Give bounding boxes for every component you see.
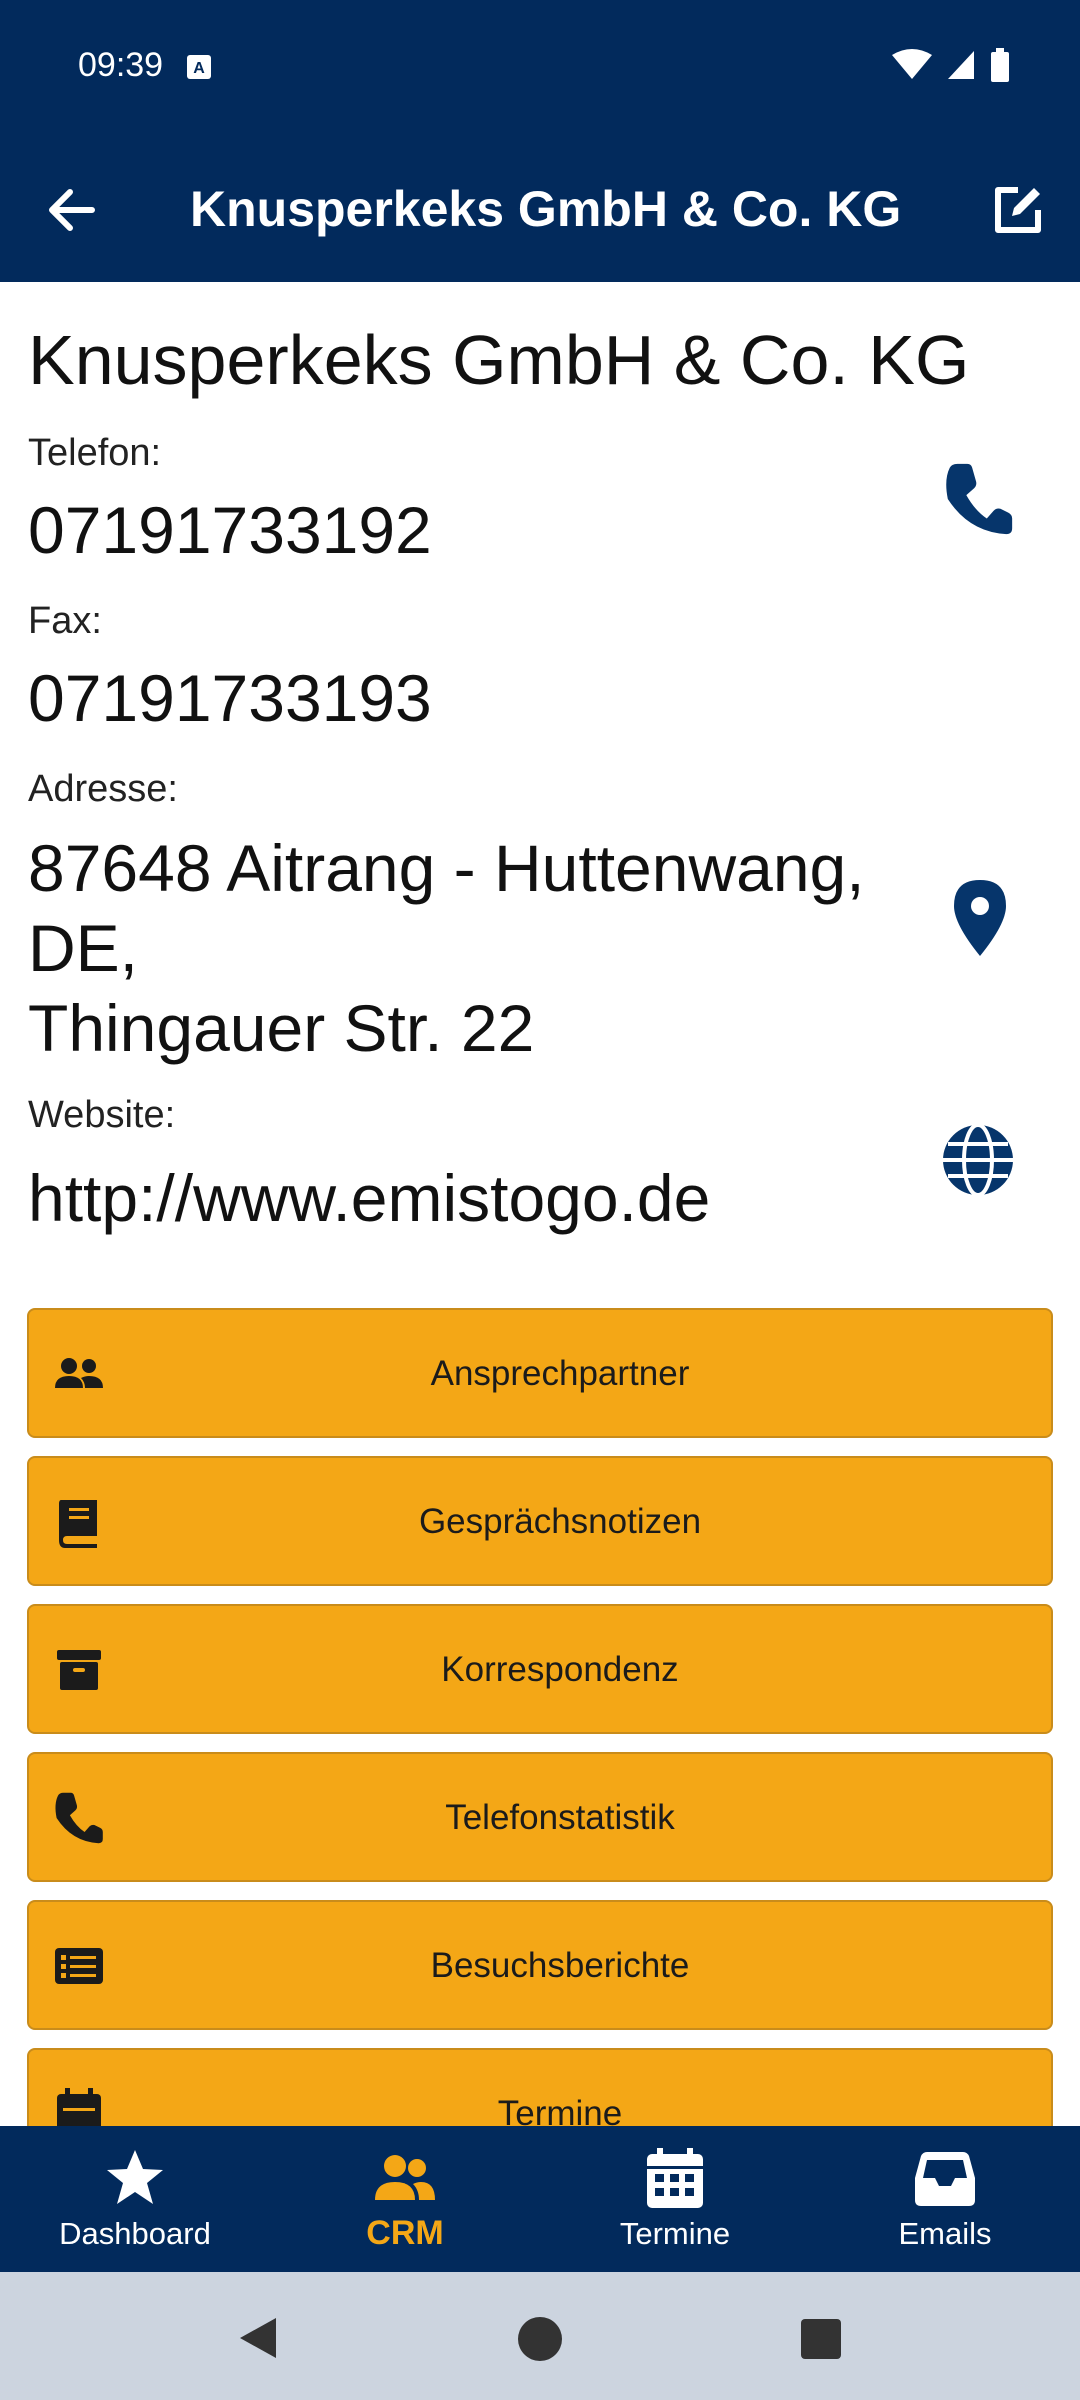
calendar-icon [647,2148,703,2208]
nav-emails[interactable]: Emails [810,2126,1080,2272]
nav-label: Dashboard [59,2216,211,2251]
nav-dashboard[interactable]: Dashboard [0,2126,270,2272]
phone-label: Telefon: [28,432,162,474]
nav-crm[interactable]: CRM [270,2126,540,2272]
svg-text:A: A [193,60,205,77]
status-bar: 09:39 A [0,0,1080,140]
bottom-navigation: Dashboard CRM Termine Emails [0,2126,1080,2272]
address-line3: Thingauer Str. 22 [28,991,535,1065]
fax-value: 07191733193 [28,661,432,735]
button-label: Telefonstatistik [445,1798,675,1837]
system-recents-button[interactable] [800,2318,842,2360]
button-label: Gesprächsnotizen [418,1502,702,1541]
signal-icon [948,51,974,79]
call-button[interactable] [940,460,1018,538]
system-home-button[interactable] [517,2316,563,2362]
fax-label: Fax: [28,600,102,642]
company-detail: Knusperkeks GmbH & Co. KG Telefon: 07191… [0,282,1080,2126]
back-button[interactable] [40,178,104,242]
button-label: Korrespondenz [441,1650,679,1689]
address-line1: 87648 Aitrang - Huttenwang, [28,831,865,905]
website-label: Website: [28,1094,176,1136]
page-title: Knusperkeks GmbH & Co. KG [190,181,902,237]
status-icons [892,48,1010,82]
website-value[interactable]: http://www.emistogo.de [28,1158,710,1238]
map-pin-button[interactable] [950,878,1010,958]
app-bar: Knusperkeks GmbH & Co. KG [0,140,1080,282]
correspondence-button[interactable]: Korrespondenz [27,1604,1053,1734]
nav-label: Emails [898,2216,992,2251]
status-time: 09:39 [78,46,164,84]
nav-appointments[interactable]: Termine [540,2126,810,2272]
nav-label: CRM [366,2214,444,2252]
nav-label: Termine [619,2216,731,2251]
button-label: Besuchsberichte [430,1946,690,1985]
contacts-button[interactable]: Ansprechpartner [27,1308,1053,1438]
keyboard-indicator-icon: A [187,55,211,79]
address-label: Adresse: [28,768,178,810]
company-name: Knusperkeks GmbH & Co. KG [28,321,970,399]
call-notes-button[interactable]: Gesprächsnotizen [27,1456,1053,1586]
appointments-button[interactable]: Termine [27,2048,1053,2126]
wifi-icon [892,49,932,79]
address-line2: DE, [28,911,139,985]
inbox-icon [915,2152,975,2206]
button-label: Termine [497,2094,623,2126]
system-back-button[interactable] [236,2316,280,2360]
phone-stats-button[interactable]: Telefonstatistik [27,1752,1053,1882]
battery-icon [991,48,1009,82]
phone-value: 07191733192 [28,493,432,567]
visit-reports-button[interactable]: Besuchsberichte [27,1900,1053,2030]
button-label: Ansprechpartner [430,1354,690,1393]
star-icon [107,2150,163,2204]
users-icon [375,2155,435,2200]
system-navigation-bar [0,2272,1080,2400]
globe-button[interactable] [940,1122,1016,1198]
edit-button[interactable] [988,180,1048,240]
